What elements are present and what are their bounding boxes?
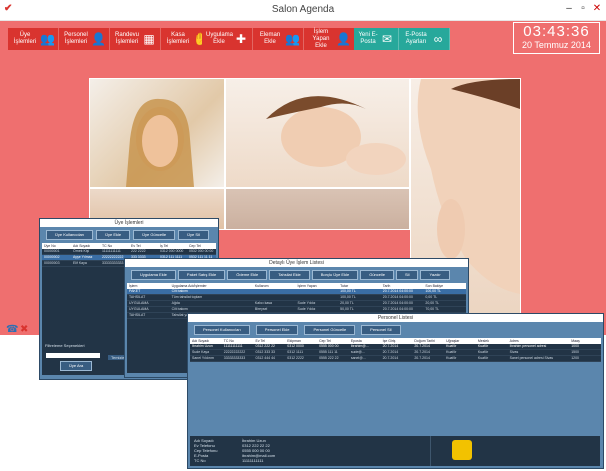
x-icon: ✖: [20, 324, 29, 335]
paket-satis-ekle-button[interactable]: Paket Satış Ekle: [177, 270, 226, 280]
uye-islemleri-button[interactable]: Üye İşlemleri 👥: [8, 28, 59, 50]
detail-divider: [430, 436, 431, 466]
yazdir-button[interactable]: Yazdır: [420, 270, 450, 280]
clock-panel: 03:43:36 20 Temmuz 2014: [513, 22, 600, 54]
window-title: Salon Agenda: [271, 4, 335, 15]
yeni-eposta-button[interactable]: Yeni E-Posta ✉: [354, 28, 399, 50]
person-icon: 👤: [336, 32, 351, 46]
islem-button-row: Uygulama Ekle Paket Satış Ekle Ödeme Ekl…: [125, 267, 468, 283]
personel-ekle-button[interactable]: Personel Ekle: [255, 325, 299, 335]
photo-woman-spa: [225, 78, 410, 188]
islem-window-title: Detaylı Üye İşlem Listesi: [125, 259, 468, 267]
detail-labels: Adı Soyadı Ev Telefonu Cep Telefonu E-Po…: [194, 438, 218, 463]
personel-islemleri-button[interactable]: Personel İşlemleri 👤: [59, 28, 110, 50]
toolbar-group-email: Yeni E-Posta ✉ E-Posta Ayarları ∞: [354, 28, 450, 50]
personel-kullanicilari-button[interactable]: Personel Kullanıcıları: [194, 325, 250, 335]
personel-avatar: [452, 440, 472, 460]
uygulama-ekle-button[interactable]: Uygulama Ekle ✚: [202, 28, 253, 50]
uye-ekle-button[interactable]: Üye Ekle: [96, 230, 131, 240]
uye-sil-button[interactable]: Üye Sil: [178, 230, 209, 240]
filter-input[interactable]: [46, 353, 100, 358]
people-icon: 👥: [40, 32, 55, 46]
uye-guncelle-button[interactable]: Üye Güncelle: [133, 230, 176, 240]
personel-grid: Adı Soyadı TC No Ev Tel Ekipman Cep Tel …: [190, 338, 601, 430]
uye-kullanicilari-button[interactable]: Üye Kullanıcıları: [46, 230, 94, 240]
person-icon: 👤: [91, 32, 106, 46]
tahsilat-ekle-button[interactable]: Tahsilat Ekle: [269, 270, 310, 280]
calendar-icon: ▦: [143, 32, 155, 46]
uye-window-title: Üye İşlemleri: [40, 219, 218, 227]
personel-sil-button[interactable]: Personel Sil: [361, 325, 401, 335]
personel-button-row: Personel Kullanıcıları Personel Ekle Per…: [188, 322, 603, 338]
eposta-ayarlari-button[interactable]: E-Posta Ayarları ∞: [399, 28, 450, 50]
personel-detail-panel: Adı Soyadı Ev Telefonu Cep Telefonu E-Po…: [190, 436, 600, 466]
close-button[interactable]: ✕: [590, 2, 604, 16]
photo-spa-treatment: [225, 188, 410, 230]
islem-guncelle-button[interactable]: Güncelle: [360, 270, 395, 280]
toolbar-group-add: Uygulama Ekle ✚ Eleman Ekle 👥 İşlem Yapa…: [202, 28, 355, 50]
minimize-button[interactable]: –: [562, 2, 576, 16]
uye-ara-button[interactable]: Üye Ara: [60, 361, 93, 371]
uye-button-row: Üye Kullanıcıları Üye Ekle Üye Güncelle …: [40, 227, 218, 243]
personel-guncelle-button[interactable]: Personel Güncelle: [304, 325, 356, 335]
gear-link-icon: ∞: [433, 32, 443, 46]
borclu-uye-ekle-button[interactable]: Borçlu Üye Ekle: [311, 270, 359, 280]
randevu-islemleri-button[interactable]: Randevu İşlemleri ▦: [110, 28, 161, 50]
eleman-ekle-button[interactable]: Eleman Ekle 👥: [253, 28, 304, 50]
detail-values: İbrahim Uzun 0312 222 22 22 0555 000 00 …: [242, 438, 276, 463]
group-icon: 👥: [285, 32, 300, 46]
personel-window: Personel Listesi Personel Kullanıcıları …: [187, 313, 604, 469]
islem-yapan-ekle-button[interactable]: İşlem Yapan Ekle 👤: [304, 28, 355, 50]
phone-icon: ☎: [6, 324, 19, 335]
title-bar: ✔ Salon Agenda – ▫ ✕: [0, 0, 606, 21]
plus-icon: ✚: [235, 32, 247, 46]
table-row[interactable]: Sanel Yıldırım 33333333333 0312 444 44 0…: [190, 356, 601, 362]
toolbar-group-main: Üye İşlemleri 👥 Personel İşlemleri 👤 Ran…: [8, 28, 212, 50]
clock-time: 03:43:36: [523, 23, 590, 40]
maximize-button[interactable]: ▫: [576, 2, 590, 16]
islem-sil-button[interactable]: Sil: [396, 270, 419, 280]
clock-date: 20 Temmuz 2014: [522, 40, 591, 50]
uygulama-ekle-win-button[interactable]: Uygulama Ekle: [131, 270, 176, 280]
photo-woman-blonde: [89, 78, 225, 188]
odeme-ekle-button[interactable]: Ödeme Ekle: [227, 270, 268, 280]
mail-icon: ✉: [381, 32, 393, 46]
personel-window-title: Personel Listesi: [188, 314, 603, 322]
